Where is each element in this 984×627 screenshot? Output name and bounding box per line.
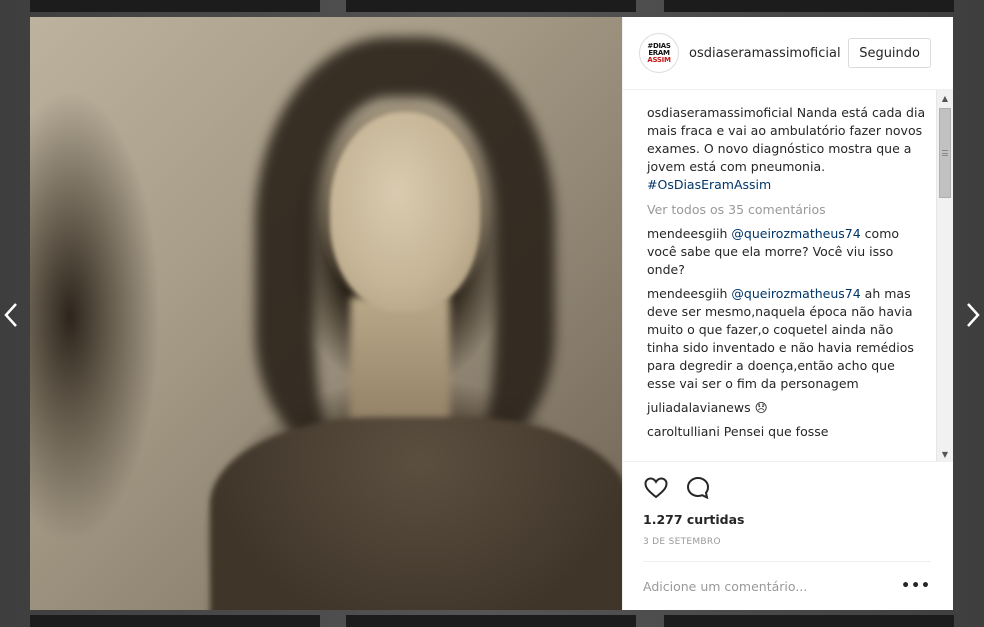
- post-date: 3 DE SETEMBRO: [643, 537, 721, 548]
- next-post-button[interactable]: [962, 298, 984, 332]
- scrollbar-thumb[interactable]: [939, 108, 951, 199]
- caption: osdiaseramassimoficial Nanda está cada d…: [647, 104, 927, 194]
- background-thumbnail: [30, 615, 320, 627]
- view-all-comments-link[interactable]: Ver todos os 35 comentários: [647, 202, 927, 217]
- post-sidebar: #DIAS ERAM ASSIM osdiaseramassimoficial …: [622, 17, 953, 610]
- post-photo[interactable]: [30, 17, 622, 610]
- photo-face: [330, 112, 480, 312]
- comments-list[interactable]: osdiaseramassimoficial Nanda está cada d…: [623, 90, 953, 462]
- comment-username[interactable]: juliadalavianews: [647, 400, 751, 415]
- comment-text: ah mas deve ser mesmo,naquela época não …: [647, 286, 914, 392]
- comment-text: 😞: [750, 400, 768, 416]
- header-username[interactable]: osdiaseramassimoficial: [689, 46, 847, 61]
- more-options-button[interactable]: •••: [901, 578, 931, 594]
- add-comment-bar: •••: [643, 561, 931, 610]
- avatar[interactable]: #DIAS ERAM ASSIM: [639, 33, 679, 74]
- scroll-up-arrow-icon[interactable]: ▲: [937, 90, 953, 106]
- comment-text: Pensei que fosse: [719, 424, 829, 440]
- background-thumbnail: [664, 0, 954, 12]
- background-thumbnail: [30, 0, 320, 12]
- comment-bubble-icon[interactable]: [685, 475, 711, 501]
- photo-shirt: [210, 417, 622, 610]
- avatar-line: ASSIM: [647, 55, 671, 64]
- comment-mention[interactable]: @queirozmatheus74: [731, 286, 860, 301]
- comments-section: osdiaseramassimoficial Nanda está cada d…: [623, 90, 953, 463]
- heart-icon[interactable]: [643, 475, 669, 501]
- list-item: mendeesgiih @queirozmatheus74 ah mas dev…: [647, 285, 927, 393]
- likes-count[interactable]: 1.277 curtidas: [643, 512, 935, 527]
- post-header: #DIAS ERAM ASSIM osdiaseramassimoficial …: [623, 17, 953, 91]
- comment-mention[interactable]: @queirozmatheus74: [731, 226, 860, 241]
- photo-neck: [350, 297, 450, 437]
- chevron-right-icon: [967, 303, 980, 327]
- previous-post-button[interactable]: [0, 298, 22, 332]
- background-thumbnail: [664, 615, 954, 627]
- post-actions: 1.277 curtidas 3 DE SETEMBRO: [623, 462, 953, 547]
- action-icons: [643, 472, 935, 504]
- list-item: juliadalavianews 😞: [647, 399, 927, 417]
- scroll-down-arrow-icon[interactable]: ▼: [937, 446, 953, 462]
- caption-username[interactable]: osdiaseramassimoficial: [647, 105, 793, 120]
- comment-username[interactable]: mendeesgiih: [647, 286, 727, 301]
- comment-input[interactable]: [643, 578, 902, 594]
- chevron-left-icon: [4, 303, 17, 327]
- comment-username[interactable]: mendeesgiih: [647, 226, 727, 241]
- grip-icon: [942, 150, 948, 157]
- background-thumbnail: [346, 0, 636, 12]
- list-item: mendeesgiih @queirozmatheus74 como você …: [647, 225, 927, 279]
- comments-scrollbar[interactable]: ▲ ▼: [936, 90, 953, 463]
- comment-username[interactable]: caroltulliani: [647, 424, 720, 439]
- post-modal: #DIAS ERAM ASSIM osdiaseramassimoficial …: [30, 17, 953, 610]
- following-button[interactable]: Seguindo: [848, 38, 931, 69]
- list-item: caroltulliani Pensei que fosse: [647, 423, 927, 441]
- background-thumbnail: [346, 615, 636, 627]
- caption-hashtag[interactable]: #OsDiasEramAssim: [647, 177, 771, 192]
